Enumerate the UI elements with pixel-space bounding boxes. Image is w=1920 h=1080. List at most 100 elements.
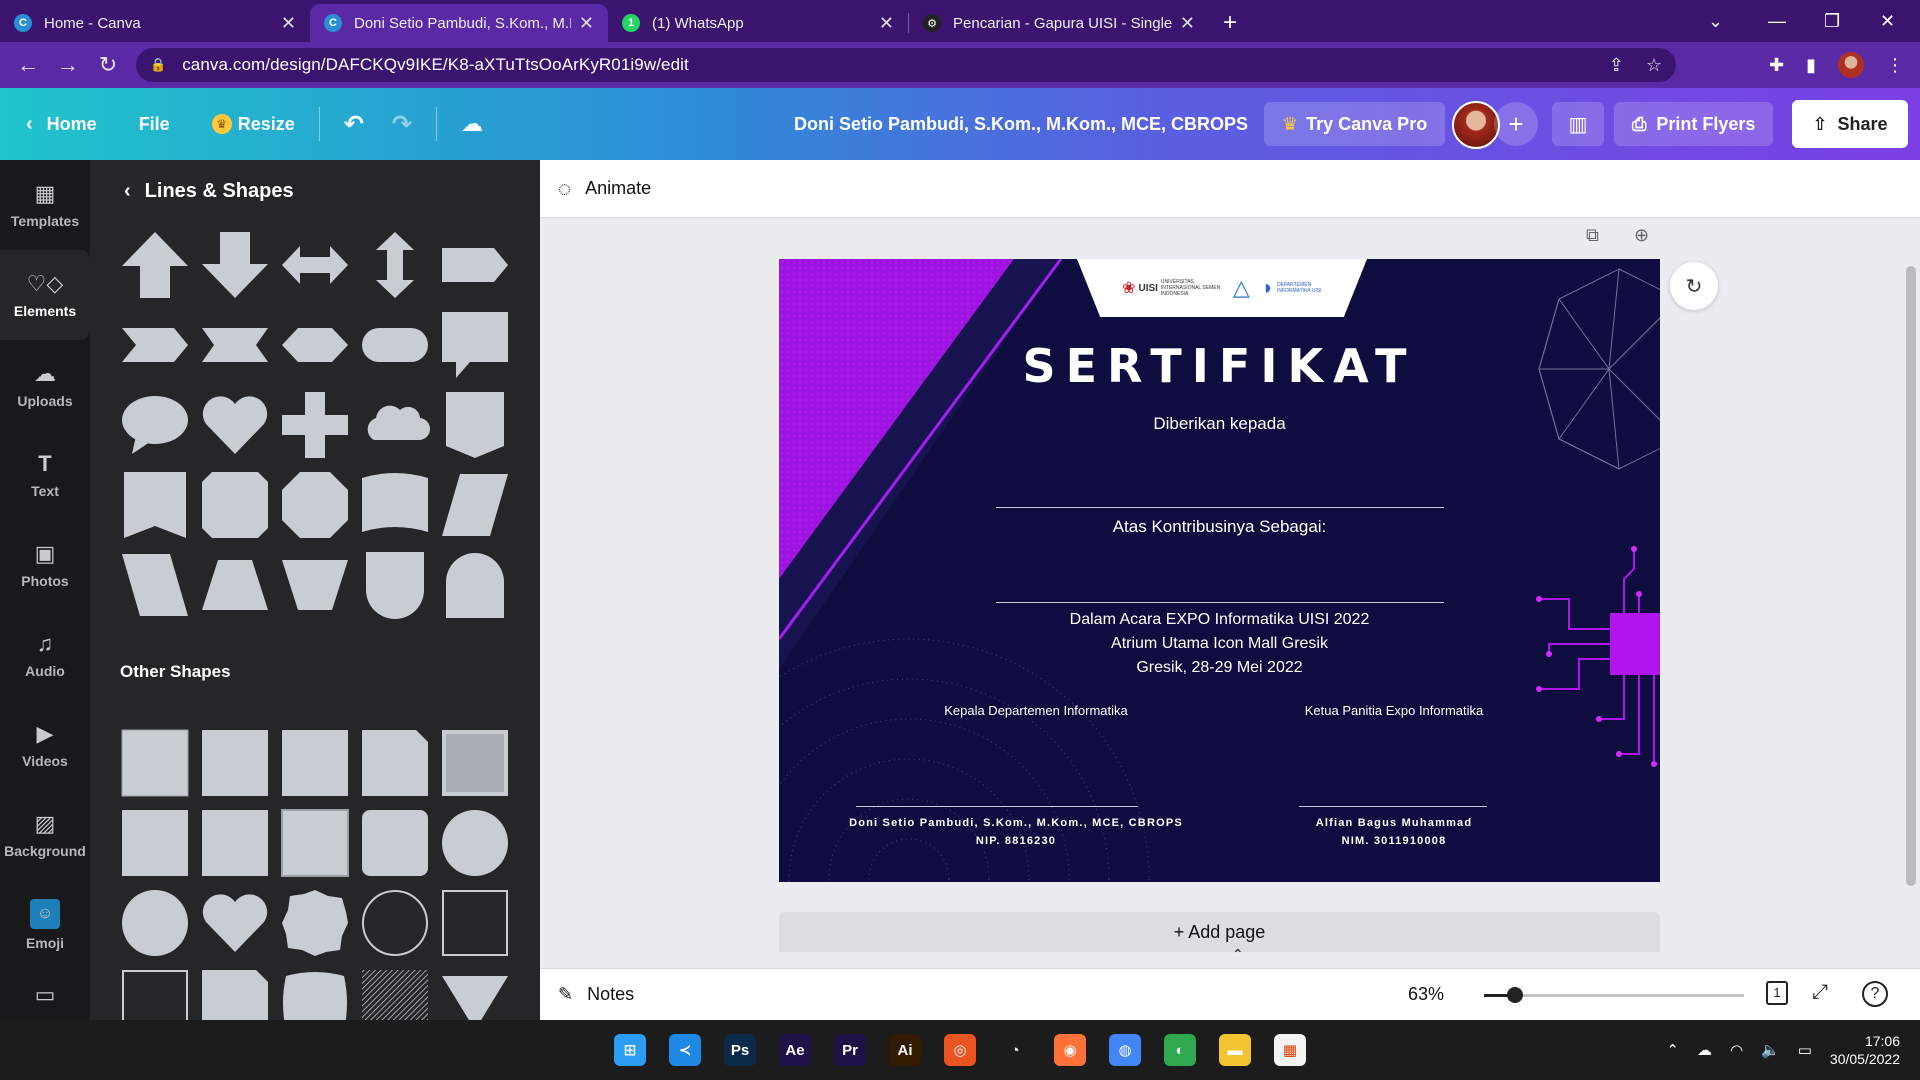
photoshop-icon[interactable]: Ps: [724, 1034, 756, 1066]
arrow-down-shape[interactable]: [200, 230, 270, 300]
document-title[interactable]: Doni Setio Pambudi, S.Kom., M.Kom., MCE,…: [794, 88, 1248, 160]
chevron-up-icon[interactable]: ⌃: [1666, 1041, 1679, 1059]
extensions-icon[interactable]: ✚: [1769, 55, 1784, 76]
rail-photos[interactable]: ▣ Photos: [0, 520, 90, 610]
clock[interactable]: 17:06 30/05/2022: [1830, 1032, 1900, 1068]
print-flyers-button[interactable]: ⎙ Print Flyers: [1614, 102, 1774, 146]
browser-tab[interactable]: 1 (1) WhatsApp ✕: [608, 4, 908, 42]
chevron-left-icon[interactable]: ‹: [124, 180, 131, 203]
pentagon-arrow-shape[interactable]: [440, 230, 510, 300]
onedrive-icon[interactable]: ☁: [1697, 1041, 1712, 1059]
bookmark-star-icon[interactable]: ☆: [1646, 55, 1662, 76]
wifi-icon[interactable]: ◠: [1730, 1041, 1743, 1059]
fullscreen-icon[interactable]: ⤢: [1812, 981, 1828, 1004]
notes-button[interactable]: ✎ Notes: [558, 984, 634, 1005]
rail-audio[interactable]: ♫ Audio: [0, 610, 90, 700]
zoom-slider[interactable]: [1484, 987, 1744, 1003]
arrow-up-down-shape[interactable]: [360, 230, 430, 300]
windows-start-icon[interactable]: ⊞: [614, 1034, 646, 1066]
blender-icon[interactable]: ◔: [999, 1034, 1031, 1066]
close-tab-icon[interactable]: ✕: [281, 13, 296, 34]
rail-elements[interactable]: ♡◇ Elements: [0, 250, 90, 340]
resize-button[interactable]: ♛ Resize: [198, 102, 309, 146]
square-outline-shape[interactable]: [120, 968, 190, 1020]
forward-icon[interactable]: →: [48, 52, 88, 78]
arrow-left-right-shape[interactable]: [280, 230, 350, 300]
arch-shape[interactable]: [440, 550, 510, 620]
square-shape[interactable]: [120, 808, 190, 878]
trapezoid-inverted-shape[interactable]: [280, 550, 350, 620]
user-avatar[interactable]: [1452, 101, 1500, 149]
speech-bubble-shape[interactable]: [120, 390, 190, 460]
circle-outline-shape[interactable]: [360, 888, 430, 958]
arrow-up-shape[interactable]: [120, 230, 190, 300]
triangle-down-shape[interactable]: [440, 968, 510, 1020]
share-page-icon[interactable]: ⇪: [1609, 55, 1624, 76]
browser-tab[interactable]: ⚙ Pencarian - Gapura UISI - Single S ✕: [909, 4, 1209, 42]
chevron-shape[interactable]: [120, 310, 190, 380]
after-effects-icon[interactable]: Ae: [779, 1034, 811, 1066]
scrollbar-thumb[interactable]: [1906, 266, 1916, 886]
zoom-slider-knob[interactable]: [1507, 987, 1524, 1003]
panel-header[interactable]: ‹ Lines & Shapes: [124, 180, 294, 203]
battery-icon[interactable]: ▭: [1798, 1041, 1812, 1059]
file-explorer-icon[interactable]: ▬: [1219, 1034, 1251, 1066]
certificate-page[interactable]: ❀ UISI UNIVERSITAS INTERNASIONAL SEMEN I…: [779, 259, 1660, 882]
square-shape[interactable]: [200, 728, 270, 798]
premiere-icon[interactable]: Pr: [834, 1034, 866, 1066]
ubuntu-icon[interactable]: ◎: [944, 1034, 976, 1066]
square-shape[interactable]: [280, 728, 350, 798]
chrome-icon[interactable]: ◍: [1109, 1034, 1141, 1066]
animate-icon[interactable]: ◌: [558, 176, 571, 202]
vertical-scrollbar[interactable]: [1902, 226, 1920, 944]
rail-templates[interactable]: ▦ Templates: [0, 160, 90, 250]
heart-shape[interactable]: [200, 390, 270, 460]
close-tab-icon[interactable]: ✕: [1180, 13, 1195, 34]
back-icon[interactable]: ←: [8, 52, 48, 78]
lock-icon[interactable]: 🔒: [150, 57, 166, 73]
volume-icon[interactable]: 🔈: [1761, 1041, 1780, 1059]
rail-background[interactable]: ▨ Background: [0, 790, 90, 880]
square-shadow-shape[interactable]: [120, 728, 190, 798]
parallelogram-shape[interactable]: [440, 470, 510, 540]
vscode-icon[interactable]: ≺: [669, 1034, 701, 1066]
notched-rect-shape[interactable]: [200, 470, 270, 540]
u-shape[interactable]: [360, 550, 430, 620]
file-menu-button[interactable]: File: [125, 102, 184, 146]
rail-emoji[interactable]: ☺ Emoji: [0, 880, 90, 970]
ribbon-shape[interactable]: [200, 310, 270, 380]
zoom-value[interactable]: 63%: [1408, 984, 1444, 1005]
close-tab-icon[interactable]: ✕: [879, 13, 894, 34]
rounded-square-shape[interactable]: [360, 808, 430, 878]
cut-corner-shape[interactable]: [200, 968, 270, 1020]
trapezoid-shape[interactable]: [200, 550, 270, 620]
speech-rect-shape[interactable]: [440, 310, 510, 380]
invite-plus-button[interactable]: +: [1494, 102, 1538, 146]
page-count-icon[interactable]: 1: [1766, 981, 1788, 1005]
heart-shape[interactable]: [200, 888, 270, 958]
rail-videos[interactable]: ▶ Videos: [0, 700, 90, 790]
scalloped-shape[interactable]: [280, 888, 350, 958]
octagon-shape[interactable]: [280, 470, 350, 540]
square-shape[interactable]: [200, 808, 270, 878]
hatched-square-shape[interactable]: [360, 968, 430, 1020]
hexagon-shape[interactable]: [280, 310, 350, 380]
folded-corner-shape[interactable]: [360, 728, 430, 798]
illustrator-icon[interactable]: Ai: [889, 1034, 921, 1066]
comment-refresh-button[interactable]: ↻: [1670, 262, 1718, 310]
parallelogram-reverse-shape[interactable]: [120, 550, 190, 620]
banner-shape[interactable]: [360, 470, 430, 540]
cloud-shape[interactable]: [360, 390, 430, 460]
duplicate-page-icon[interactable]: ⧉: [1586, 225, 1599, 246]
undo-button[interactable]: ↶: [330, 102, 378, 146]
rail-uploads[interactable]: ☁ Uploads: [0, 340, 90, 430]
rail-folder[interactable]: ▭: [0, 970, 90, 1020]
browser-tab[interactable]: C Home - Canva ✕: [0, 4, 310, 42]
home-button[interactable]: ‹ Home: [12, 102, 111, 146]
redo-button[interactable]: ↷: [378, 102, 426, 146]
add-page-button[interactable]: + Add page: [779, 912, 1660, 952]
shield-shape[interactable]: [440, 390, 510, 460]
horizontal-scrollbar[interactable]: ⌃: [540, 946, 1902, 966]
cloud-saved-icon[interactable]: ☁: [447, 102, 497, 146]
pill-shape[interactable]: [360, 310, 430, 380]
